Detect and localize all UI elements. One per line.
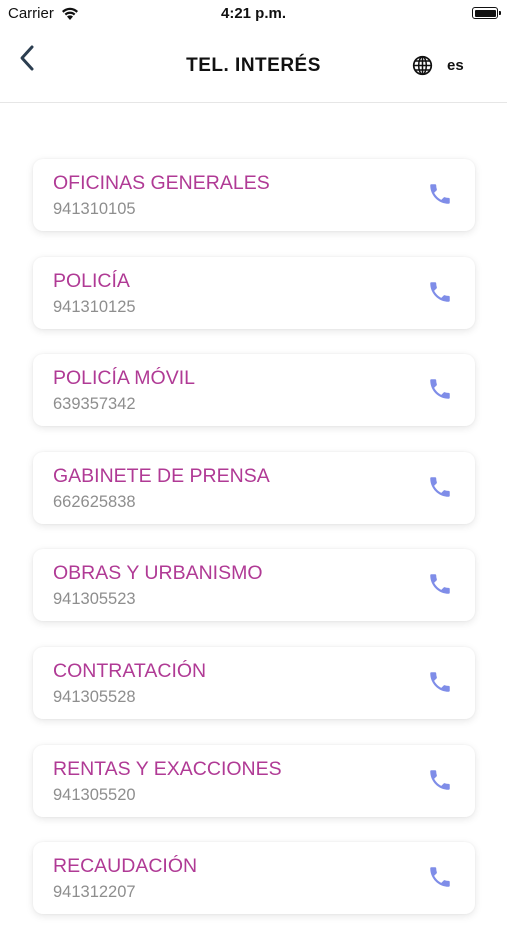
contact-name: RENTAS Y EXACCIONES xyxy=(53,757,282,780)
contact-name: GABINETE DE PRENSA xyxy=(53,464,270,487)
contact-name: POLICÍA MÓVIL xyxy=(53,367,195,390)
contact-name: RECAUDACIÓN xyxy=(53,855,198,878)
phone-icon[interactable] xyxy=(427,474,453,500)
contact-card[interactable]: POLICÍA MÓVIL 639357342 xyxy=(33,354,475,427)
language-selector[interactable]: es xyxy=(412,52,464,78)
contact-card[interactable]: CONTRATACIÓN 941305528 xyxy=(33,646,475,719)
contact-card[interactable]: POLICÍA 941310125 xyxy=(33,256,475,329)
contact-phone: 941305520 xyxy=(53,785,136,804)
battery-icon xyxy=(472,7,501,19)
globe-icon xyxy=(412,55,433,75)
status-bar: Carrier 4:21 p.m. xyxy=(0,0,507,28)
phone-icon[interactable] xyxy=(427,864,453,890)
language-label: es xyxy=(447,56,464,74)
phone-icon[interactable] xyxy=(427,279,453,305)
contact-phone: 639357342 xyxy=(53,395,136,414)
contact-card[interactable]: OBRAS Y URBANISMO 941305523 xyxy=(33,549,475,622)
navigation-header: TEL. INTERÉS es xyxy=(0,28,507,103)
contacts-list: OFICINAS GENERALES 941310105 POLICÍA 941… xyxy=(33,159,475,940)
phone-icon[interactable] xyxy=(427,767,453,793)
contact-phone: 941312207 xyxy=(53,883,136,902)
phone-icon[interactable] xyxy=(427,181,453,207)
contact-phone: 662625838 xyxy=(53,492,136,511)
phone-icon[interactable] xyxy=(427,571,453,597)
contact-name: OFICINAS GENERALES xyxy=(53,172,270,194)
contact-phone: 941305523 xyxy=(53,590,136,609)
contact-card[interactable]: GABINETE DE PRENSA 662625838 xyxy=(33,451,475,524)
phone-icon[interactable] xyxy=(427,376,453,402)
contact-card[interactable]: OFICINAS GENERALES 941310105 xyxy=(33,159,475,231)
contact-name: CONTRATACIÓN xyxy=(53,659,207,682)
phone-icon[interactable] xyxy=(427,669,453,695)
contact-phone: 941310105 xyxy=(53,200,136,218)
contact-phone: 941310125 xyxy=(53,297,136,316)
contact-name: POLICÍA xyxy=(53,269,130,292)
contact-phone: 941305528 xyxy=(53,687,136,706)
contact-name: OBRAS Y URBANISMO xyxy=(53,562,263,585)
status-time: 4:21 p.m. xyxy=(220,5,287,22)
contact-card[interactable]: RECAUDACIÓN 941312207 xyxy=(33,842,475,915)
contact-card[interactable]: RENTAS Y EXACCIONES 941305520 xyxy=(33,744,475,817)
